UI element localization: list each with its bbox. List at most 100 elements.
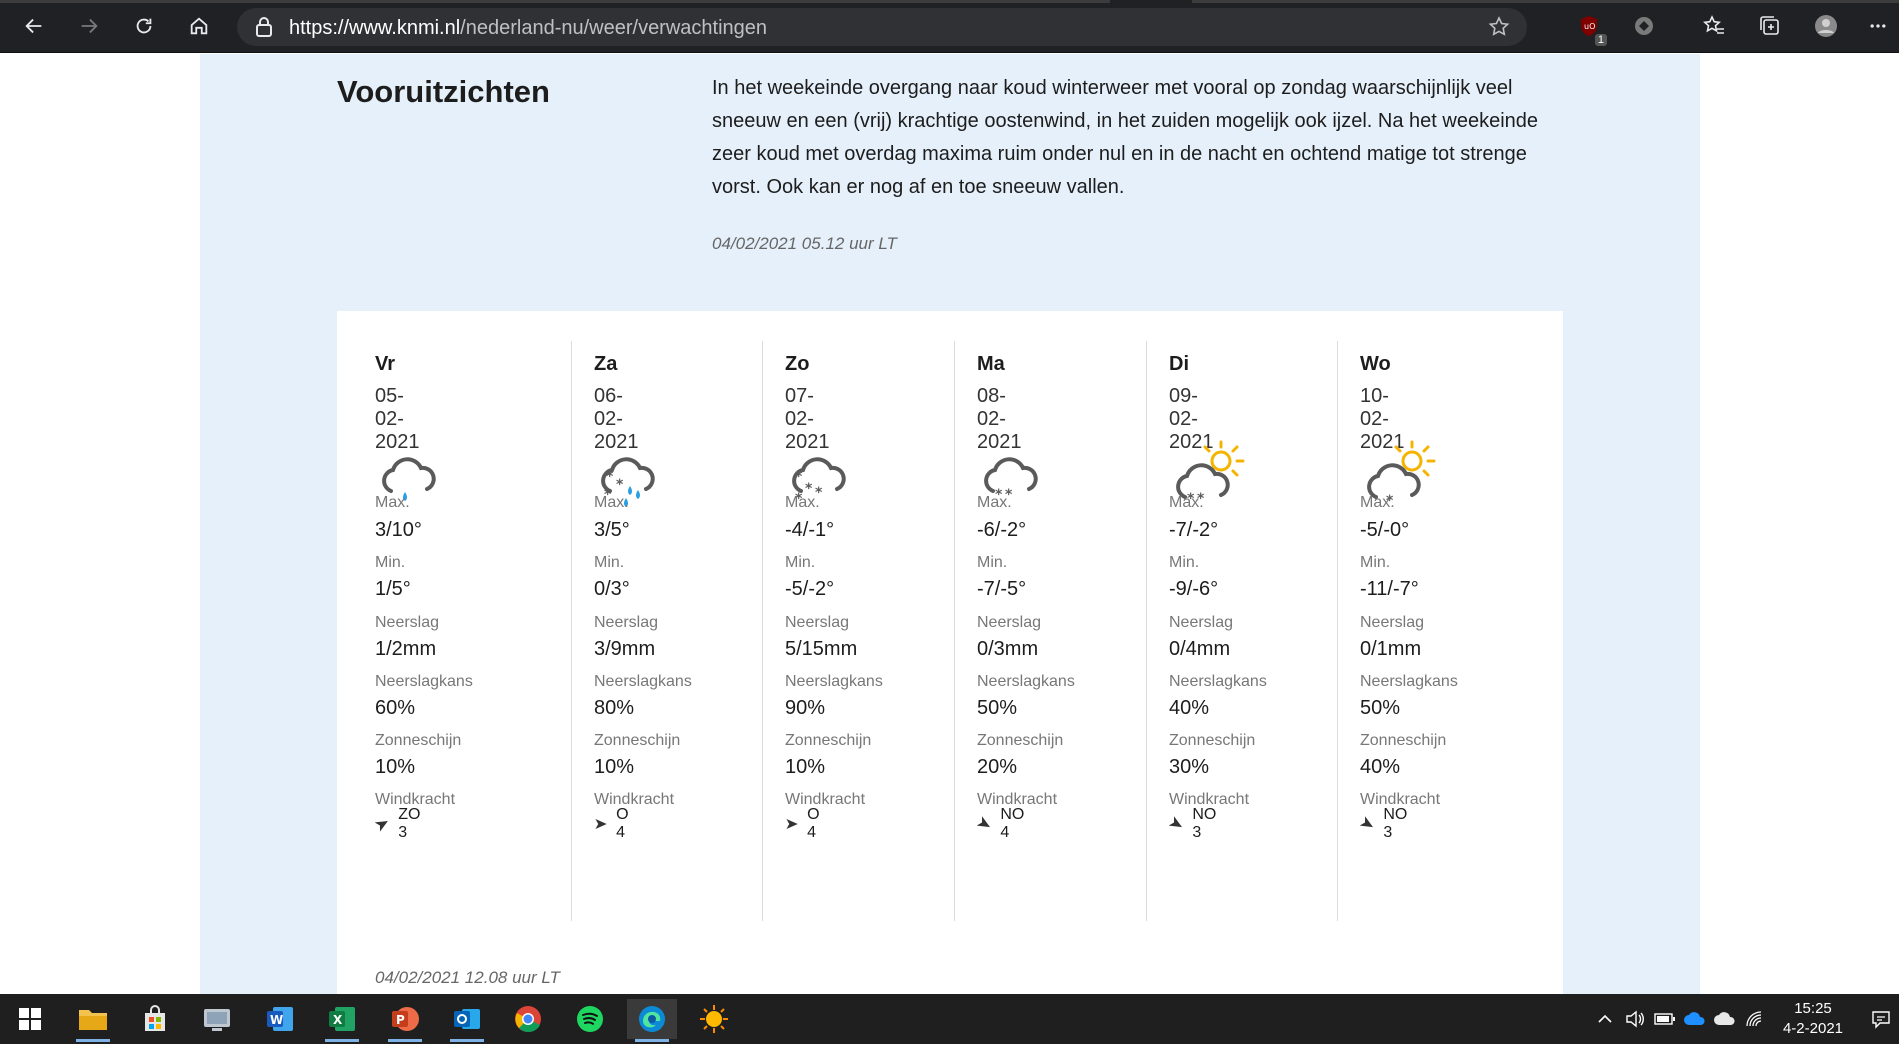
taskbar-edge[interactable] <box>627 999 677 1042</box>
sun-label: Zonneschijn <box>1169 732 1256 749</box>
max-label: Max. <box>977 494 1012 511</box>
sun-label: Zonneschijn <box>375 732 462 749</box>
store-icon <box>145 1005 165 1031</box>
max-label: Max. <box>375 494 410 511</box>
taskbar-word[interactable]: W <box>255 999 305 1039</box>
taskbar-spotify[interactable] <box>565 999 615 1039</box>
precip-value: 1/2mm <box>375 638 437 660</box>
url-host: www.knmi.nl <box>349 17 461 39</box>
sun-value: 10% <box>594 756 635 778</box>
address-bar[interactable]: https://www.knmi.nl/nederland-nu/weer/ve… <box>237 8 1527 46</box>
running-indicator <box>325 1039 359 1042</box>
forecast-day-vr: Vr 05-02-2021 Max. 3/10° Min. 1/5° Neersla… <box>375 341 593 921</box>
add-favorite-button[interactable] <box>1485 13 1513 41</box>
back-button[interactable] <box>17 9 51 43</box>
forecast-day-zo: Zo 07-02-2021 * * * * Max. -4/-1° Min. -5/-2… <box>762 341 976 921</box>
settings-menu-button[interactable] <box>1868 12 1888 40</box>
outlook-timestamp: 04/02/2021 05.12 uur LT <box>712 234 897 253</box>
chevron-up-icon <box>1598 1014 1612 1023</box>
min-label: Min. <box>594 554 625 571</box>
collections-button[interactable] <box>1756 12 1784 40</box>
taskbar-excel[interactable]: X <box>317 999 367 1042</box>
min-value: -11/-7° <box>1360 578 1419 600</box>
precip-value: 0/3mm <box>977 638 1039 660</box>
edge-icon <box>639 1006 665 1032</box>
max-value: 3/10° <box>375 519 422 541</box>
clock-date: 4-2-2021 <box>1782 1020 1844 1037</box>
sun-label: Zonneschijn <box>785 732 872 749</box>
taskbar-weather-app[interactable] <box>689 999 739 1039</box>
min-value: -9/-6° <box>1169 578 1219 600</box>
taskbar-chrome[interactable] <box>503 999 553 1039</box>
word-icon: W <box>267 1007 293 1031</box>
chance-label: Neerslagkans <box>375 673 473 690</box>
chance-value: 50% <box>977 697 1018 719</box>
volume-icon <box>1626 1010 1644 1028</box>
network-button[interactable] <box>1742 994 1768 1044</box>
ublock-extension-button[interactable]: uO 1 <box>1575 12 1607 46</box>
min-label: Min. <box>785 554 816 571</box>
svg-text:*: * <box>795 469 803 485</box>
favorites-icon <box>1702 15 1724 34</box>
tray-overflow-button[interactable] <box>1592 994 1618 1044</box>
taskbar-powerpoint[interactable]: P <box>380 999 430 1042</box>
wind-arrow-icon <box>977 816 990 828</box>
battery-button[interactable] <box>1652 994 1678 1044</box>
extension-button[interactable] <box>1630 12 1658 40</box>
reload-button[interactable] <box>127 9 161 43</box>
sun-value: 30% <box>1169 756 1210 778</box>
more-icon <box>1870 24 1886 28</box>
max-value: -5/-0° <box>1360 519 1410 541</box>
profile-button[interactable] <box>1812 12 1840 40</box>
precip-value: 0/4mm <box>1169 638 1231 660</box>
lock-icon[interactable] <box>255 17 273 37</box>
min-value: -7/-5° <box>977 578 1027 600</box>
min-label: Min. <box>977 554 1008 571</box>
day-name: Za <box>594 353 618 375</box>
onedrive-personal-button[interactable] <box>1712 994 1738 1044</box>
precip-label: Neerslag <box>977 614 1042 631</box>
max-label: Max. <box>1360 494 1395 511</box>
wind-arrow-icon <box>1360 816 1373 828</box>
sun-value: 10% <box>375 756 416 778</box>
wind-text: NO 4 <box>1000 806 1025 841</box>
arrow-left-icon <box>25 18 42 34</box>
reload-icon <box>136 18 152 34</box>
star-add-icon <box>1488 16 1510 36</box>
taskbar-store[interactable] <box>130 999 180 1039</box>
taskbar-app[interactable] <box>192 999 242 1039</box>
sun-value: 10% <box>785 756 826 778</box>
volume-button[interactable] <box>1622 994 1648 1044</box>
forward-button[interactable] <box>72 9 106 43</box>
chance-value: 80% <box>594 697 635 719</box>
collections-icon <box>1760 16 1779 35</box>
favorites-button[interactable] <box>1700 12 1728 40</box>
running-indicator <box>450 1039 484 1042</box>
forecast-day-di: Di 09-02-2021 * * Max. -7/-2° Min. -9/-6° N… <box>1146 341 1359 921</box>
taskbar-file-explorer[interactable] <box>68 999 118 1042</box>
day-name: Ma <box>977 353 1005 375</box>
day-name: Wo <box>1360 353 1391 375</box>
sun-value: 40% <box>1360 756 1401 778</box>
url-text[interactable]: https://www.knmi.nl/nederland-nu/weer/ve… <box>289 17 767 40</box>
onedrive-button[interactable] <box>1682 994 1708 1044</box>
weather-app-icon <box>700 1005 728 1033</box>
excel-icon: X <box>329 1007 355 1031</box>
precip-value: 3/9mm <box>594 638 656 660</box>
start-button[interactable] <box>5 999 55 1039</box>
min-value: 1/5° <box>375 578 411 600</box>
outlook-title: Vooruitzichten <box>337 74 550 109</box>
notifications-button[interactable] <box>1866 994 1896 1044</box>
min-label: Min. <box>375 554 406 571</box>
avatar-icon <box>1815 15 1837 37</box>
taskbar-outlook[interactable] <box>442 999 492 1042</box>
web-page: Vooruitzichten In het weekeinde overgang… <box>0 54 1899 994</box>
precip-value: 5/15mm <box>785 638 858 660</box>
running-indicator <box>388 1039 422 1042</box>
chance-label: Neerslagkans <box>977 673 1075 690</box>
home-button[interactable] <box>182 9 216 43</box>
system-clock[interactable]: 15:25 4-2-2021 <box>1770 999 1856 1039</box>
powerpoint-icon: P <box>392 1007 419 1031</box>
precip-label: Neerslag <box>1169 614 1234 631</box>
min-label: Min. <box>1360 554 1391 571</box>
